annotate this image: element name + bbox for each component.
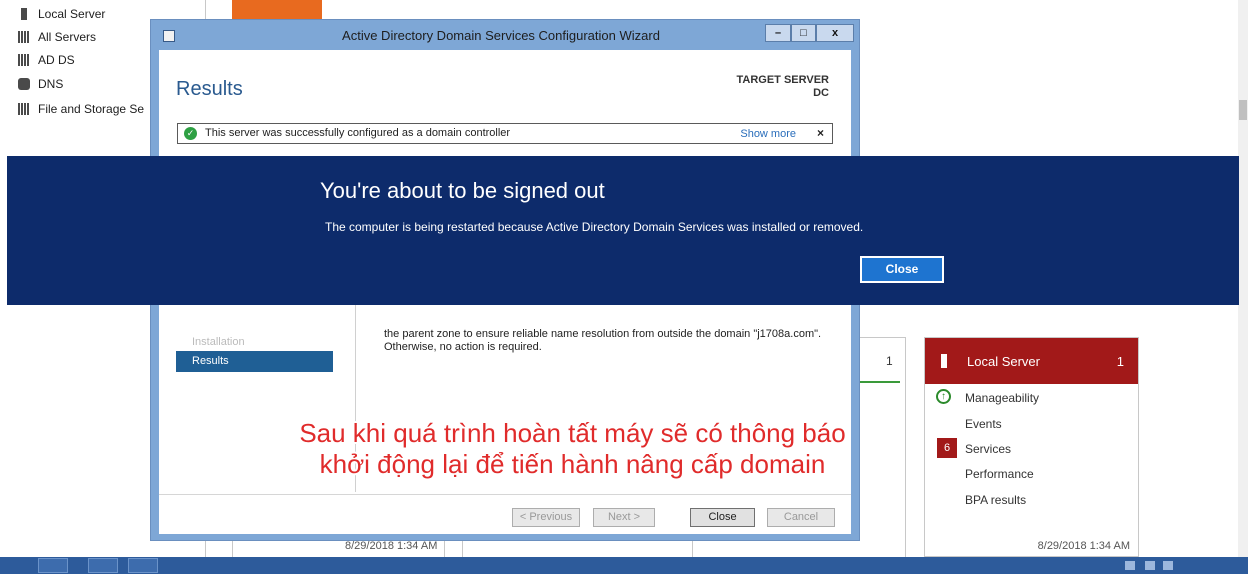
ad-ds-icon bbox=[18, 54, 30, 66]
step-installation[interactable]: Installation bbox=[176, 332, 333, 353]
tile-border bbox=[860, 337, 906, 338]
up-arrow-icon: ↑ bbox=[936, 389, 951, 404]
network-icon[interactable] bbox=[1125, 561, 1135, 570]
scrollbar-thumb[interactable] bbox=[1239, 100, 1247, 120]
tile-timestamp: 8/29/2018 1:34 AM bbox=[1037, 540, 1130, 552]
nav-item-label: DNS bbox=[38, 77, 64, 91]
sign-out-banner: You're about to be signed out The comput… bbox=[7, 156, 1239, 305]
file-storage-icon bbox=[18, 103, 30, 115]
local-server-tile-header[interactable]: Local Server 1 bbox=[925, 338, 1138, 384]
minimize-button[interactable]: – bbox=[765, 24, 791, 42]
taskbar-server-manager[interactable] bbox=[88, 558, 118, 573]
tile-title: Local Server bbox=[967, 354, 1040, 369]
success-message: This server was successfully configured … bbox=[205, 127, 511, 139]
nav-item-label: File and Storage Se bbox=[38, 102, 145, 116]
scrollbar[interactable] bbox=[1238, 0, 1248, 558]
window-title: Active Directory Domain Services Configu… bbox=[342, 28, 660, 43]
tile-row-services[interactable]: Services bbox=[965, 442, 1011, 456]
footer-divider bbox=[159, 494, 851, 495]
previous-button[interactable]: < Previous bbox=[512, 508, 580, 527]
tile-border bbox=[692, 540, 693, 557]
caption-line: Sau khi quá trình hoàn tất máy sẽ có thô… bbox=[299, 418, 846, 448]
nav-item-file-storage[interactable]: File and Storage Se bbox=[18, 99, 144, 119]
nav-item-label: Local Server bbox=[38, 7, 106, 21]
sign-out-message: The computer is being restarted because … bbox=[325, 220, 864, 234]
close-window-button[interactable]: x bbox=[816, 24, 854, 42]
tile-count: 1 bbox=[1116, 354, 1124, 369]
nav-item-label: All Servers bbox=[38, 30, 97, 44]
sign-out-close-button[interactable]: Close bbox=[860, 256, 944, 283]
taskbar bbox=[0, 557, 1248, 574]
nav-item-all-servers[interactable]: All Servers bbox=[18, 27, 96, 47]
result-details: the parent zone to ensure reliable name … bbox=[384, 328, 822, 353]
target-server-name: DC bbox=[813, 87, 829, 99]
target-server: TARGET SERVER DC bbox=[737, 74, 830, 100]
tutorial-caption: Sau khi quá trình hoàn tất máy sẽ có thô… bbox=[200, 418, 945, 480]
nav-item-dns[interactable]: DNS bbox=[18, 74, 63, 94]
tile-timestamp: 8/29/2018 1:34 AM bbox=[345, 540, 438, 552]
servers-icon bbox=[18, 31, 30, 43]
tile-count: 1 bbox=[886, 354, 893, 368]
server-icon bbox=[21, 8, 27, 20]
step-results[interactable]: Results bbox=[176, 351, 333, 372]
local-server-tile[interactable]: Local Server 1 ↑ Manageability Events 6 … bbox=[924, 337, 1139, 557]
status-indicator bbox=[860, 381, 900, 383]
check-icon: ✓ bbox=[184, 127, 197, 140]
flag-icon[interactable] bbox=[1145, 561, 1155, 570]
taskbar-file-explorer[interactable] bbox=[128, 558, 158, 573]
tile-border bbox=[444, 540, 445, 557]
success-notification: ✓ This server was successfully configure… bbox=[177, 123, 833, 144]
tile-border bbox=[232, 540, 233, 557]
caption-line: khởi động lại để tiến hành nâng cấp doma… bbox=[319, 449, 826, 479]
sign-out-title: You're about to be signed out bbox=[320, 178, 605, 203]
tile-row-events[interactable]: Events bbox=[965, 417, 1002, 431]
tile-row-performance[interactable]: Performance bbox=[965, 467, 1034, 481]
target-server-label: TARGET SERVER bbox=[736, 74, 830, 86]
tile-row-manageability[interactable]: Manageability bbox=[965, 391, 1039, 405]
volume-icon[interactable] bbox=[1163, 561, 1173, 570]
show-more-link[interactable]: Show more bbox=[740, 128, 796, 140]
dns-icon bbox=[18, 78, 30, 90]
tile-border bbox=[462, 540, 463, 557]
cancel-button[interactable]: Cancel bbox=[767, 508, 835, 527]
start-button[interactable] bbox=[38, 558, 68, 573]
nav-item-ad-ds[interactable]: AD DS bbox=[18, 50, 75, 70]
page-title: Results bbox=[176, 78, 243, 100]
nav-item-local-server[interactable]: Local Server bbox=[18, 4, 105, 24]
next-button[interactable]: Next > bbox=[593, 508, 655, 527]
maximize-button[interactable]: □ bbox=[791, 24, 816, 42]
nav-item-label: AD DS bbox=[38, 53, 75, 67]
tile-row-bpa-results[interactable]: BPA results bbox=[965, 493, 1026, 507]
close-button[interactable]: Close bbox=[690, 508, 755, 527]
server-icon bbox=[941, 354, 947, 368]
dismiss-button[interactable]: × bbox=[817, 126, 824, 140]
